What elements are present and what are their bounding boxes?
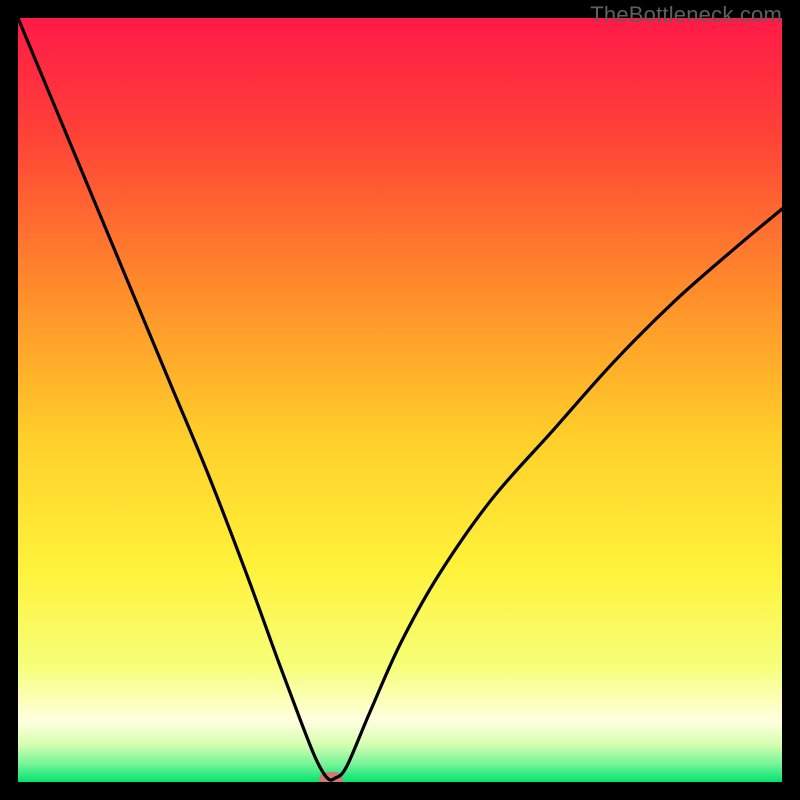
plot-area	[18, 18, 782, 782]
bottleneck-curve	[18, 18, 782, 782]
curve-path	[18, 18, 782, 780]
chart-frame: TheBottleneck.com	[0, 0, 800, 800]
